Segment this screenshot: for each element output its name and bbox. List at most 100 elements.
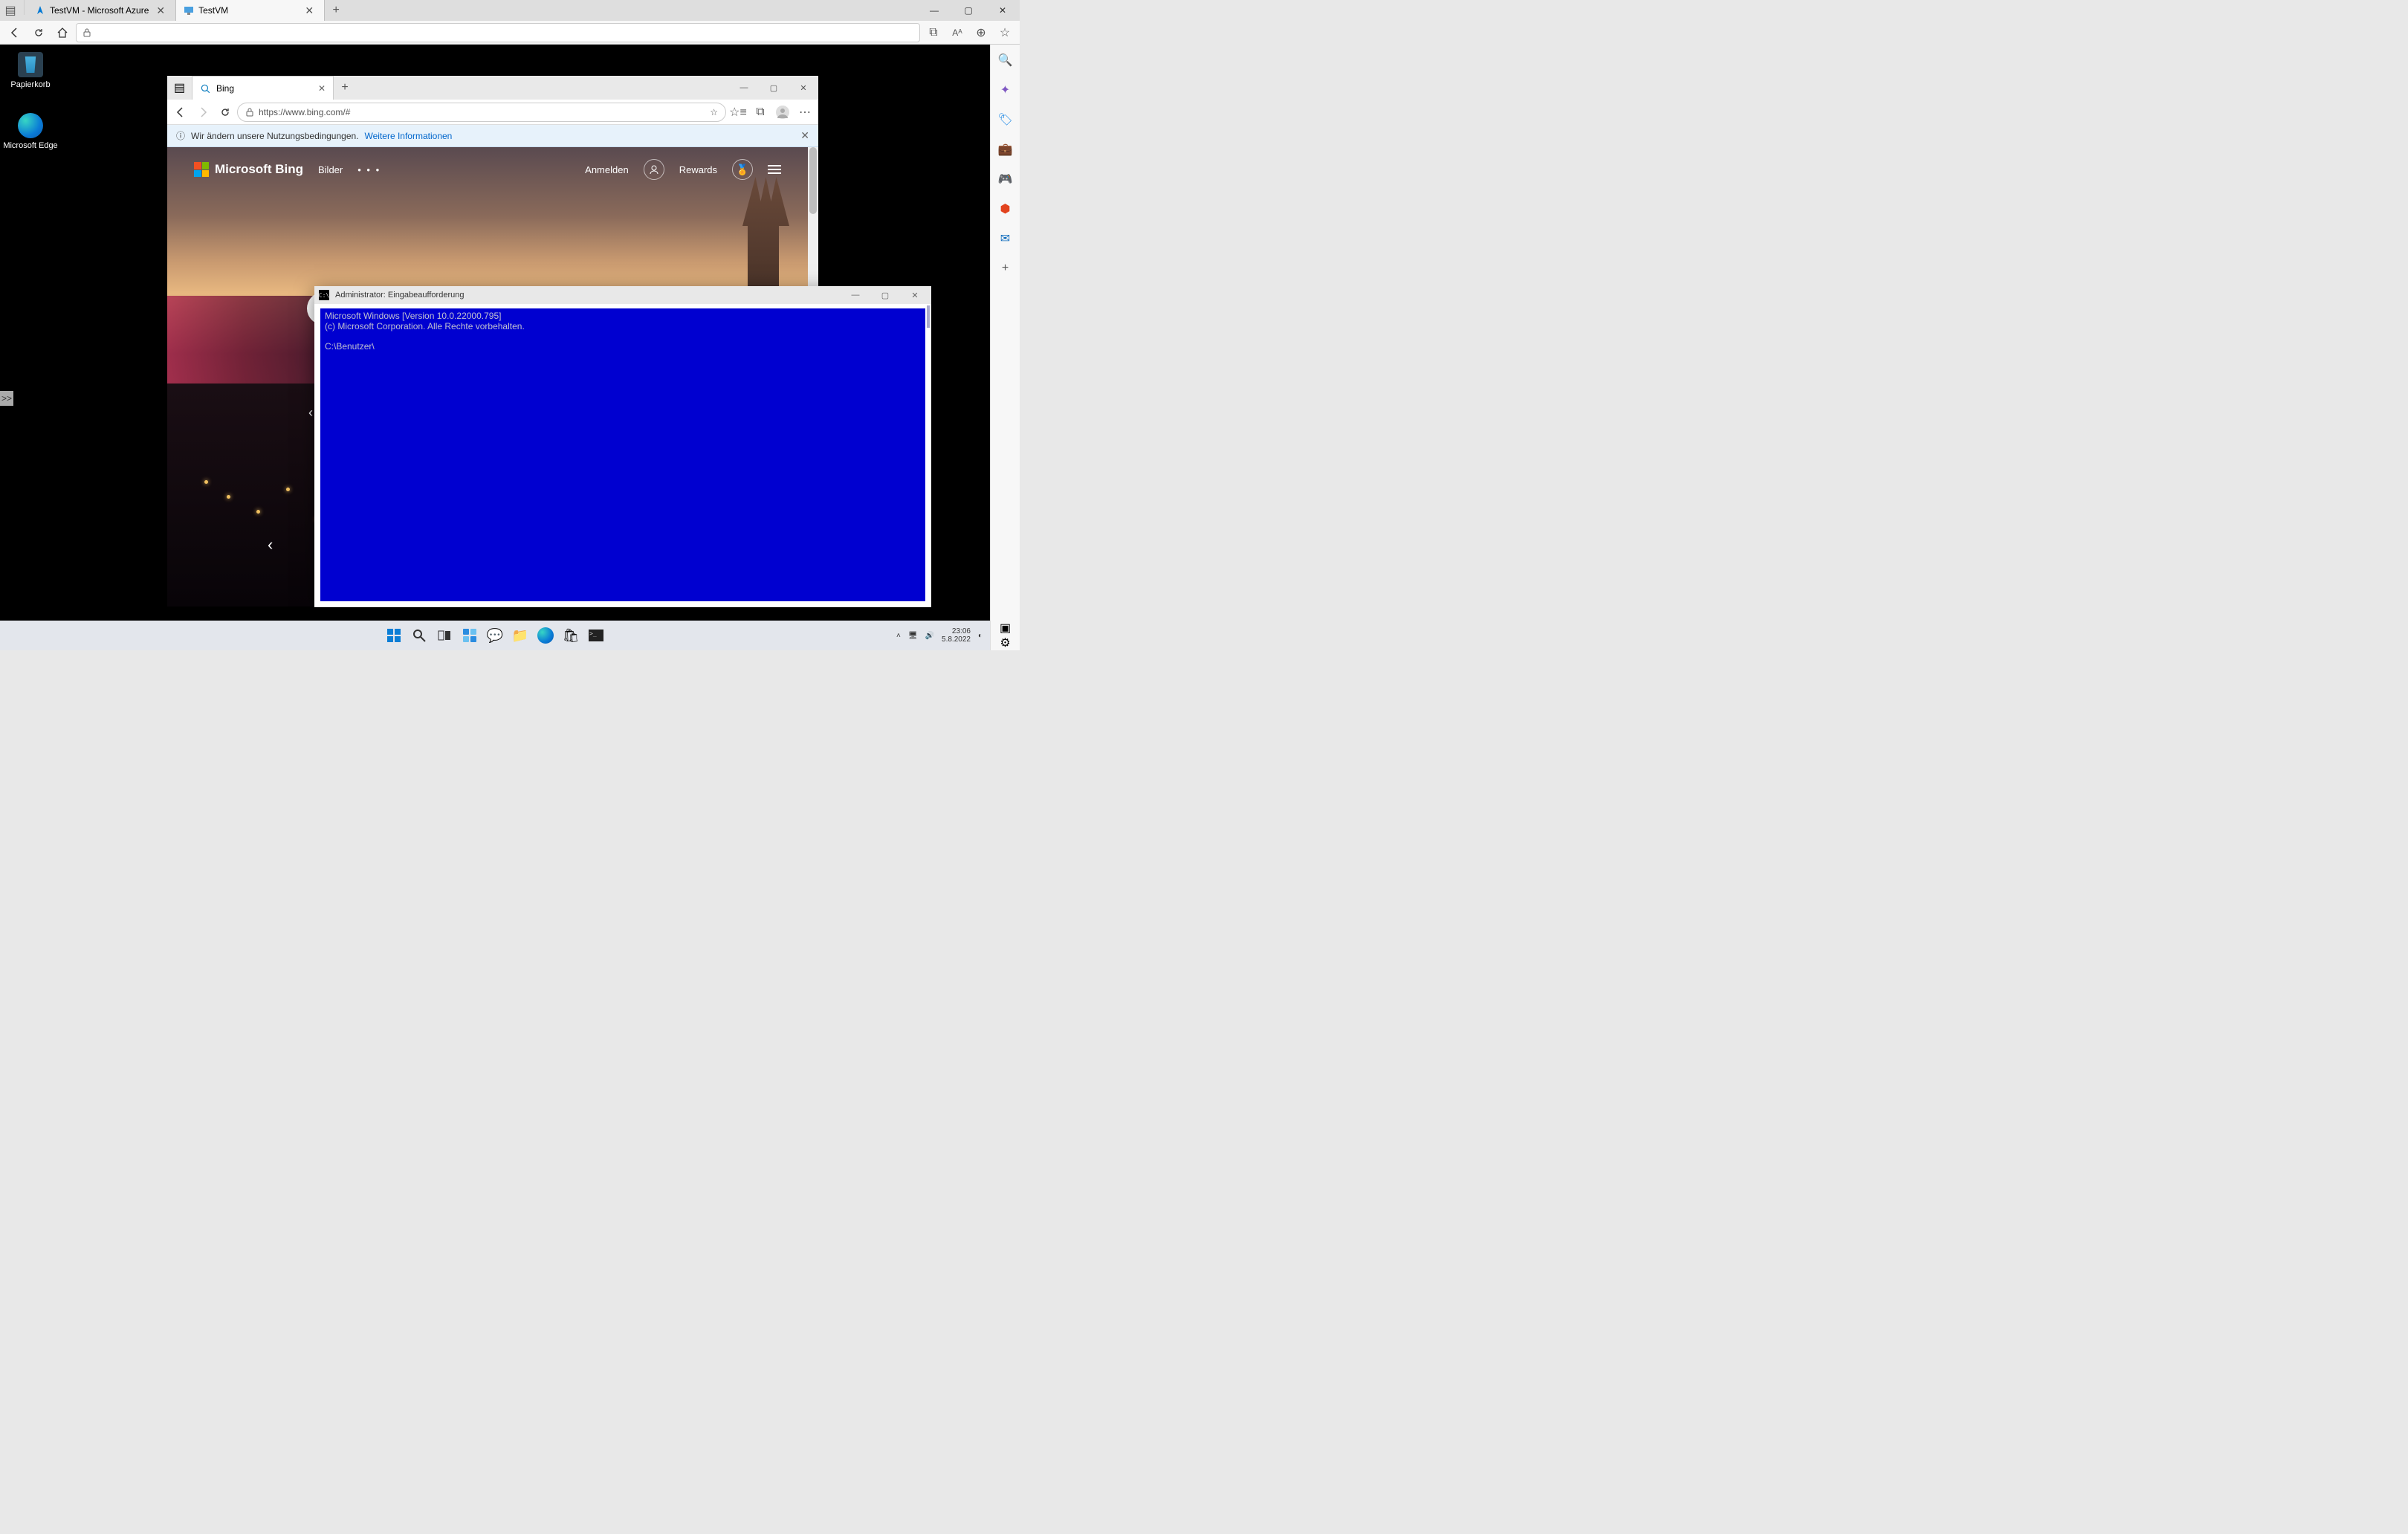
outer-side-rail: 🔍 ✦ 🏷 💼 🎮 ⬢ ✉ + bbox=[990, 45, 1020, 621]
explorer-icon[interactable]: 📁 bbox=[511, 626, 530, 645]
outer-side-corner: ▣ ⚙ bbox=[990, 621, 1020, 650]
back-button[interactable] bbox=[4, 22, 25, 43]
cmd-line: Microsoft Windows [Version 10.0.22000.79… bbox=[325, 311, 501, 321]
close-button[interactable]: ✕ bbox=[789, 76, 818, 100]
outlook-icon[interactable]: ✉ bbox=[997, 230, 1014, 247]
volume-icon[interactable]: 🔊 bbox=[925, 632, 934, 640]
home-button[interactable] bbox=[52, 22, 73, 43]
settings-icon[interactable]: ⚙ bbox=[1000, 635, 1010, 650]
collections-icon[interactable]: ⧉ bbox=[750, 102, 771, 123]
desktop-icon-edge[interactable]: Microsoft Edge bbox=[3, 113, 58, 150]
profile-icon[interactable] bbox=[772, 102, 793, 123]
favorites-icon[interactable]: ☆≡ bbox=[728, 102, 748, 123]
add-icon[interactable]: + bbox=[997, 260, 1014, 276]
maximize-button[interactable]: ▢ bbox=[873, 291, 897, 300]
focus-icon[interactable]: ◐ bbox=[978, 632, 983, 640]
close-icon[interactable]: ✕ bbox=[153, 4, 168, 17]
store-icon[interactable]: 🛍 bbox=[561, 626, 580, 645]
close-icon[interactable]: ✕ bbox=[800, 129, 809, 142]
office-icon[interactable]: ⬢ bbox=[997, 201, 1014, 217]
carousel-prev-icon[interactable]: ‹ bbox=[268, 535, 273, 554]
avatar-icon[interactable] bbox=[644, 159, 664, 180]
inner-edge-titlebar[interactable]: ▤ Bing ✕ + — ▢ ✕ bbox=[167, 76, 818, 100]
close-button[interactable]: ✕ bbox=[903, 291, 927, 300]
nav-images[interactable]: Bilder bbox=[318, 164, 343, 175]
bing-logo[interactable]: Microsoft Bing bbox=[194, 162, 303, 177]
nav-more-icon[interactable]: • • • bbox=[357, 164, 381, 175]
network-icon[interactable]: 🖥 bbox=[908, 632, 918, 640]
search-icon[interactable] bbox=[410, 626, 429, 645]
rewards-link[interactable]: Rewards bbox=[679, 164, 717, 175]
new-tab-button[interactable]: + bbox=[334, 76, 356, 100]
diamond-icon[interactable]: ✦ bbox=[997, 82, 1014, 98]
minimize-button[interactable]: — bbox=[844, 291, 867, 300]
maximize-button[interactable]: ▢ bbox=[759, 76, 789, 100]
logo-text: Microsoft Bing bbox=[215, 162, 303, 177]
cmd-line: C:\Benutzer\ bbox=[325, 341, 375, 352]
outer-tab-testvm[interactable]: TestVM ✕ bbox=[176, 0, 325, 21]
read-aloud-icon[interactable]: Aᴬ bbox=[947, 22, 968, 43]
close-icon[interactable]: ✕ bbox=[318, 83, 326, 94]
remote-taskbar: 💬 📁 🛍 >_ ˄ 🖥 🔊 23:06 5.8.2022 ◐ bbox=[0, 621, 990, 650]
clock[interactable]: 23:06 5.8.2022 bbox=[942, 627, 971, 644]
close-button[interactable]: ✕ bbox=[985, 0, 1020, 21]
tab-title: TestVM bbox=[198, 5, 228, 16]
desktop-icon-label: Microsoft Edge bbox=[3, 141, 58, 150]
lock-icon bbox=[245, 108, 254, 117]
inner-address-bar[interactable]: https://www.bing.com/# ☆ bbox=[237, 103, 726, 122]
signin-link[interactable]: Anmelden bbox=[585, 164, 629, 175]
rewards-icon[interactable]: 🏅 bbox=[732, 159, 753, 180]
back-button[interactable] bbox=[170, 102, 191, 123]
outer-address-bar[interactable] bbox=[76, 23, 920, 42]
widgets-icon[interactable] bbox=[460, 626, 479, 645]
taskbar-center: 💬 📁 🛍 >_ bbox=[384, 626, 606, 645]
infobar-link[interactable]: Weitere Informationen bbox=[365, 131, 453, 141]
new-tab-button[interactable]: + bbox=[325, 0, 347, 21]
start-icon[interactable] bbox=[384, 626, 404, 645]
microsoft-icon bbox=[194, 162, 209, 177]
cmd-output[interactable]: Microsoft Windows [Version 10.0.22000.79… bbox=[314, 304, 931, 607]
tag-icon[interactable]: 🏷 bbox=[997, 111, 1014, 128]
refresh-button[interactable] bbox=[28, 22, 49, 43]
maximize-button[interactable]: ▢ bbox=[951, 0, 985, 21]
chat-icon[interactable]: 💬 bbox=[485, 626, 505, 645]
cmd-window: C:\ Administrator: Eingabeaufforderung —… bbox=[314, 286, 931, 607]
desktop-icon-recycle-bin[interactable]: Papierkorb bbox=[3, 52, 58, 89]
edge-icon bbox=[18, 113, 43, 138]
desktop-icon-label: Papierkorb bbox=[3, 80, 58, 89]
minimize-button[interactable]: — bbox=[729, 76, 759, 100]
cmd-line: (c) Microsoft Corporation. Alle Rechte v… bbox=[325, 321, 525, 331]
games-icon[interactable]: 🎮 bbox=[997, 171, 1014, 187]
date-text: 5.8.2022 bbox=[942, 635, 971, 644]
scrollbar-thumb[interactable] bbox=[809, 147, 817, 214]
cmd-titlebar[interactable]: C:\ Administrator: Eingabeaufforderung —… bbox=[314, 286, 931, 304]
hamburger-icon[interactable] bbox=[768, 165, 781, 174]
tab-title: TestVM - Microsoft Azure bbox=[50, 5, 149, 16]
panel-icon[interactable]: ▣ bbox=[1000, 621, 1011, 635]
inner-tab-bing[interactable]: Bing ✕ bbox=[192, 76, 334, 100]
tab-actions-icon[interactable]: ▤ bbox=[0, 0, 21, 21]
session-toolbar-expander[interactable]: >> bbox=[0, 391, 13, 406]
terminal-icon[interactable]: >_ bbox=[586, 626, 606, 645]
terms-infobar: ⓘ Wir ändern unsere Nutzungsbedingungen.… bbox=[167, 125, 818, 147]
chevron-left-icon[interactable]: ‹ bbox=[308, 405, 313, 421]
scrollbar-thumb[interactable] bbox=[927, 305, 930, 328]
tray-chevron-icon[interactable]: ˄ bbox=[896, 632, 901, 640]
separator bbox=[24, 0, 25, 15]
search-icon[interactable]: 🔍 bbox=[997, 52, 1014, 68]
close-icon[interactable]: ✕ bbox=[302, 4, 317, 17]
favorites-icon[interactable]: ☆ bbox=[994, 22, 1015, 43]
tab-actions-icon[interactable]: ▤ bbox=[167, 76, 192, 100]
collections-icon[interactable]: ⧉ bbox=[923, 22, 944, 43]
outer-tab-azure[interactable]: TestVM - Microsoft Azure ✕ bbox=[27, 0, 176, 21]
zoom-icon[interactable]: ⊕ bbox=[971, 22, 991, 43]
edge-icon[interactable] bbox=[536, 626, 555, 645]
menu-icon[interactable]: ⋯ bbox=[794, 102, 815, 123]
refresh-button[interactable] bbox=[215, 102, 236, 123]
cmd-icon: C:\ bbox=[319, 290, 329, 300]
shopping-icon[interactable]: 💼 bbox=[997, 141, 1014, 158]
add-favorite-icon[interactable]: ☆ bbox=[710, 107, 718, 117]
url-text: https://www.bing.com/# bbox=[259, 107, 350, 117]
minimize-button[interactable]: — bbox=[917, 0, 951, 21]
taskview-icon[interactable] bbox=[435, 626, 454, 645]
